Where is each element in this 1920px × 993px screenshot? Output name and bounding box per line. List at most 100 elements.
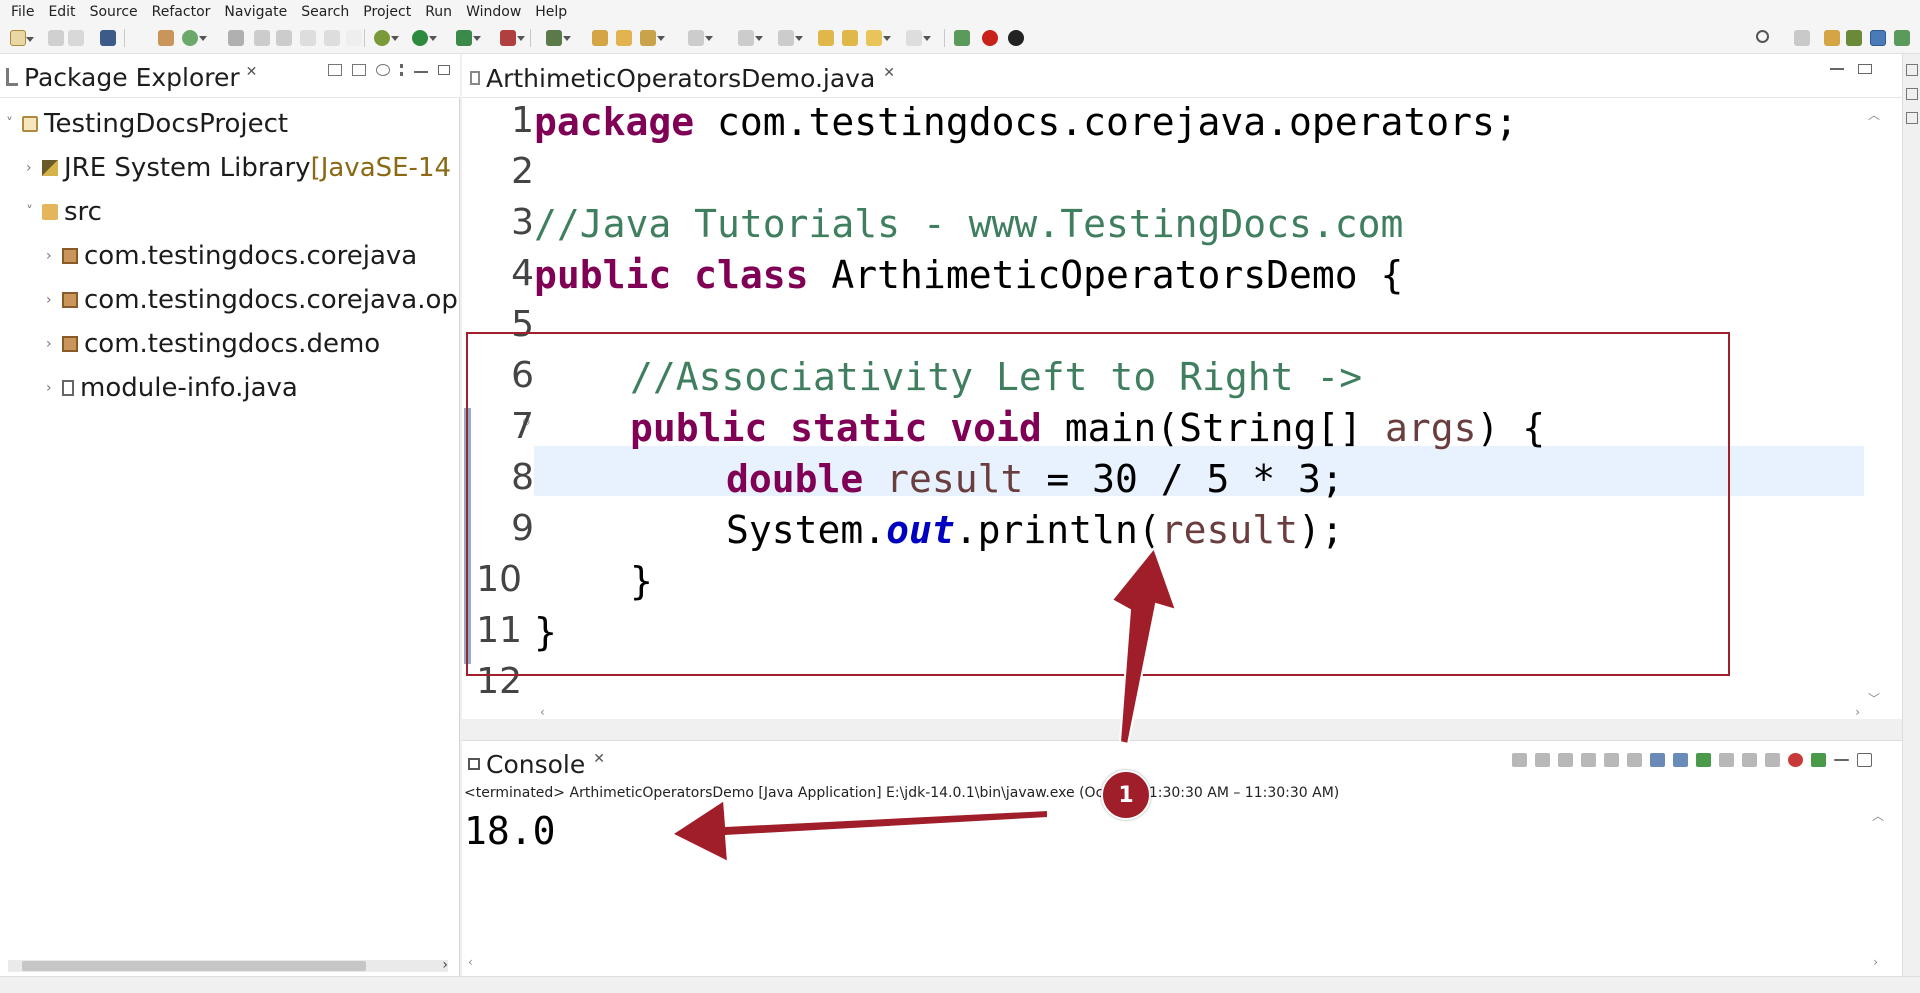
- paragraph-icon[interactable]: [346, 30, 362, 46]
- collapse-icon[interactable]: ˅: [26, 204, 42, 220]
- menu-navigate[interactable]: Navigate: [217, 4, 294, 20]
- scroll-right-icon[interactable]: ›: [1855, 705, 1860, 719]
- search-toolbar-icon[interactable]: [228, 30, 244, 46]
- link-icon[interactable]: [276, 30, 292, 46]
- new-class-icon[interactable]: [546, 30, 571, 46]
- editor-tab[interactable]: ArthimeticOperatorsDemo.java ✕: [470, 62, 895, 94]
- next-annotation-icon[interactable]: [738, 30, 763, 46]
- horizontal-scrollbar[interactable]: ‹ ›: [540, 705, 1860, 722]
- close-icon[interactable]: ✕: [246, 64, 258, 80]
- cloud-icon[interactable]: [1008, 30, 1024, 46]
- console-tab[interactable]: Console ✕: [468, 749, 605, 779]
- java-ee-perspective-icon[interactable]: [1824, 30, 1840, 46]
- outline-icon[interactable]: [1906, 88, 1918, 100]
- vertical-scrollbar[interactable]: ︿ ﹀: [1868, 106, 1884, 706]
- expand-icon[interactable]: ˅: [6, 116, 22, 132]
- pin-icon[interactable]: [954, 30, 970, 46]
- minimize-icon[interactable]: [414, 71, 428, 73]
- refresh-icon[interactable]: [182, 30, 207, 46]
- console-menu-icon[interactable]: [1811, 753, 1826, 767]
- external-tools-icon[interactable]: [500, 30, 525, 46]
- tree-item-package[interactable]: › com.testingdocs.corejava.op: [46, 280, 458, 320]
- tree-item-project[interactable]: ˅ TestingDocsProject: [6, 104, 288, 144]
- show-on-error-icon[interactable]: [1673, 753, 1688, 767]
- open-perspective-icon[interactable]: [1794, 30, 1810, 46]
- expand-icon[interactable]: ›: [46, 380, 62, 396]
- menu-window[interactable]: Window: [459, 4, 528, 20]
- show-on-output-icon[interactable]: [1650, 753, 1665, 767]
- scroll-left-icon[interactable]: ‹: [468, 955, 473, 969]
- remove-launch-icon[interactable]: [1535, 753, 1550, 767]
- close-icon[interactable]: ✕: [883, 65, 895, 81]
- run-icon[interactable]: [412, 30, 437, 46]
- terminate-icon[interactable]: [1512, 753, 1527, 767]
- horizontal-scrollbar[interactable]: ‹ ›: [468, 955, 1878, 969]
- tree-item-package[interactable]: › com.testingdocs.corejava: [46, 236, 417, 276]
- tree-item-jre-library[interactable]: › JRE System Library [JavaSE-14: [26, 148, 451, 188]
- scrollbar-thumb[interactable]: [22, 961, 366, 971]
- terminal-icon[interactable]: [100, 30, 116, 46]
- console-output[interactable]: 18.0: [464, 809, 556, 853]
- tree-item-src[interactable]: ˅ src: [26, 192, 102, 232]
- debug-icon[interactable]: [374, 30, 399, 46]
- scroll-right-icon[interactable]: ›: [442, 957, 448, 973]
- menu-source[interactable]: Source: [83, 4, 145, 20]
- expand-icon[interactable]: ›: [46, 336, 62, 352]
- menu-project[interactable]: Project: [356, 4, 418, 20]
- word-wrap-icon[interactable]: [1627, 753, 1642, 767]
- display-console-icon[interactable]: [1719, 753, 1734, 767]
- coverage-icon[interactable]: [456, 30, 481, 46]
- java-perspective-icon[interactable]: [1870, 30, 1886, 46]
- restore-icon[interactable]: [1906, 64, 1918, 76]
- back-icon[interactable]: [866, 30, 891, 46]
- last-edit-icon[interactable]: [818, 30, 834, 46]
- menu-run[interactable]: Run: [418, 4, 459, 20]
- filter-icon[interactable]: [376, 64, 390, 76]
- maximize-icon[interactable]: [1858, 64, 1872, 74]
- forward-icon[interactable]: [906, 30, 931, 46]
- save-all-icon[interactable]: [68, 30, 84, 46]
- history-icon[interactable]: [842, 30, 858, 46]
- open-folder-icon[interactable]: [616, 30, 632, 46]
- remove-all-icon[interactable]: [1558, 753, 1573, 767]
- wand-icon[interactable]: [640, 30, 665, 46]
- link-with-editor-icon[interactable]: [352, 64, 366, 76]
- annotation-icon[interactable]: [688, 30, 713, 46]
- menu-file[interactable]: File: [4, 4, 41, 20]
- open-console-icon[interactable]: [1742, 753, 1757, 767]
- minimize-icon[interactable]: [1830, 68, 1844, 70]
- menu-edit[interactable]: Edit: [41, 4, 82, 20]
- doc2-icon[interactable]: [324, 30, 340, 46]
- search-icon[interactable]: [1756, 30, 1769, 43]
- maximize-icon[interactable]: [1857, 753, 1872, 767]
- new-icon[interactable]: [10, 30, 34, 46]
- scroll-down-icon[interactable]: ﹀: [1868, 690, 1880, 707]
- menu-help[interactable]: Help: [528, 4, 574, 20]
- horizontal-scrollbar[interactable]: ›: [8, 957, 448, 973]
- stop-icon[interactable]: [1788, 753, 1803, 767]
- view-menu-icon[interactable]: [400, 64, 404, 76]
- tree-item-package[interactable]: › com.testingdocs.demo: [46, 324, 380, 364]
- prev-annotation-icon[interactable]: [778, 30, 803, 46]
- scroll-right-icon[interactable]: ›: [1873, 955, 1878, 969]
- pen-icon[interactable]: [254, 30, 270, 46]
- expand-icon[interactable]: ›: [46, 248, 62, 264]
- minimize-icon[interactable]: [1834, 759, 1849, 761]
- redhat-icon[interactable]: [982, 30, 998, 46]
- menu-search[interactable]: Search: [294, 4, 356, 20]
- scroll-up-icon[interactable]: ︿: [1872, 807, 1884, 824]
- scroll-lock-icon[interactable]: [1604, 753, 1619, 767]
- collapse-all-icon[interactable]: [328, 64, 342, 76]
- expand-icon[interactable]: ›: [46, 292, 62, 308]
- package-explorer-tab[interactable]: Package Explorer ✕: [6, 62, 257, 92]
- close-icon[interactable]: ✕: [593, 751, 605, 767]
- tree-item-module-info[interactable]: › module-info.java: [46, 368, 298, 408]
- debug-perspective-icon[interactable]: [1846, 30, 1862, 46]
- git-perspective-icon[interactable]: [1894, 30, 1910, 46]
- open-type-icon[interactable]: [592, 30, 608, 46]
- scroll-up-icon[interactable]: ︿: [1868, 106, 1880, 123]
- menu-refactor[interactable]: Refactor: [145, 4, 218, 20]
- task-list-icon[interactable]: [1906, 112, 1918, 124]
- maximize-icon[interactable]: [438, 65, 450, 75]
- copy-icon[interactable]: [1765, 753, 1780, 767]
